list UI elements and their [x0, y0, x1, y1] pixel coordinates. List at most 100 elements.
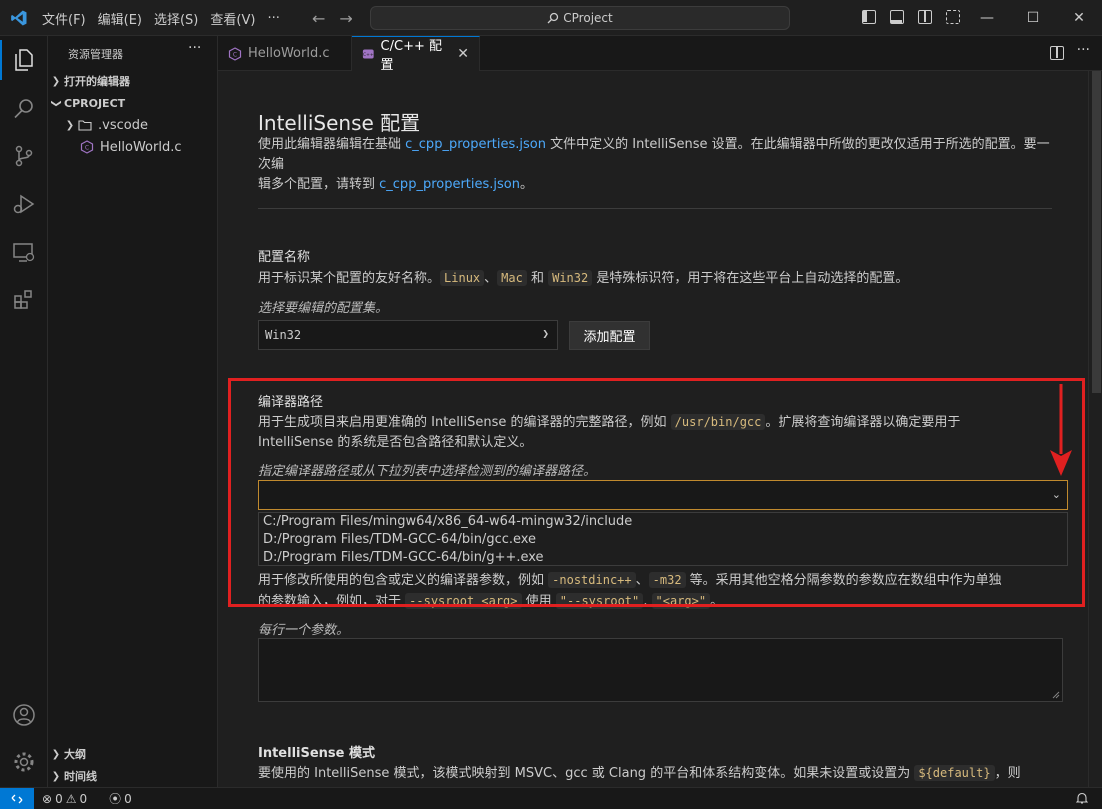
properties-link[interactable]: c_cpp_properties.json: [405, 137, 546, 152]
search-icon: [547, 12, 559, 24]
config-name-hint: 选择要编辑的配置集。: [258, 301, 389, 316]
minimize-button[interactable]: —: [964, 0, 1010, 36]
config-name-desc-2: 是特殊标识符，用于将在这些平台上自动选择的配置。: [592, 271, 909, 286]
toggle-panel-icon[interactable]: [890, 10, 904, 24]
remote-indicator-icon[interactable]: [0, 787, 34, 809]
explorer-icon[interactable]: [12, 48, 36, 72]
settings-gear-icon[interactable]: [12, 750, 36, 774]
chevron-right-icon: ❯: [51, 75, 61, 87]
page-title: IntelliSense 配置: [258, 111, 421, 135]
status-bar: ⊗ 0 ⚠ 0 ⦿ 0: [0, 787, 1102, 809]
run-debug-icon[interactable]: [12, 192, 36, 216]
properties-link-2[interactable]: c_cpp_properties.json: [379, 177, 520, 192]
code-default: ${default}: [914, 765, 995, 781]
code-win32: Win32: [548, 270, 593, 286]
chevron-right-icon: ❯: [51, 748, 61, 760]
outline-section[interactable]: ❯ 大纲: [48, 743, 218, 765]
scrollbar[interactable]: [1088, 71, 1102, 787]
command-center-search[interactable]: CProject: [370, 6, 790, 30]
intellisense-mode-desc-1: 要使用的 IntelliSense 模式，该模式映射到 MSVC、gcc 或 C…: [258, 766, 915, 781]
project-label: CPROJECT: [64, 96, 126, 110]
config-name-desc: 用于标识某个配置的友好名称。 Linux、 Mac 和 Win32 是特殊标识符，用…: [258, 268, 1058, 289]
code-linux: Linux: [440, 270, 485, 286]
tab-helloworld[interactable]: C HelloWorld.c: [218, 36, 352, 71]
menu-edit[interactable]: 编辑(E): [92, 9, 148, 28]
tree-item-helloworld[interactable]: C HelloWorld.c: [48, 136, 218, 158]
forward-arrow-icon[interactable]: →: [339, 9, 352, 28]
project-section[interactable]: ❯ CPROJECT: [48, 92, 218, 114]
folder-icon: [78, 120, 92, 131]
tabs-more-button[interactable]: ···: [1077, 42, 1090, 58]
settings-editor: IntelliSense 配置 使用此编辑器编辑在基础 c_cpp_proper…: [218, 71, 1102, 787]
menu-selection[interactable]: 选择(S): [148, 9, 204, 28]
config-name-title: 配置名称: [258, 250, 311, 265]
layout-controls: [862, 10, 960, 24]
close-icon[interactable]: ✕: [457, 46, 469, 62]
menu-view[interactable]: 查看(V): [204, 9, 261, 28]
menu-more[interactable]: ···: [261, 11, 285, 26]
menu-file[interactable]: 文件(F): [36, 9, 92, 28]
toggle-secondary-sidebar-icon[interactable]: [918, 10, 932, 24]
intro-text-3: 辑多个配置，请转到: [258, 177, 380, 192]
error-icon: ⊗: [42, 791, 53, 806]
resize-handle-icon[interactable]: [1052, 691, 1060, 699]
source-control-icon[interactable]: [12, 144, 36, 168]
command-center-text: CProject: [563, 11, 613, 25]
code-mac: Mac: [497, 270, 527, 286]
intellisense-mode-desc: 要使用的 IntelliSense 模式，该模式映射到 MSVC、gcc 或 C…: [258, 763, 1058, 784]
toggle-sidebar-icon[interactable]: [862, 10, 876, 24]
activity-bar: [0, 36, 48, 787]
explorer-more-button[interactable]: ···: [188, 40, 201, 56]
split-editor-icon[interactable]: [1050, 46, 1064, 60]
extensions-icon[interactable]: [12, 288, 36, 312]
file-label: HelloWorld.c: [100, 139, 182, 155]
error-count: 0: [55, 791, 63, 806]
open-editors-label: 打开的编辑器: [64, 75, 130, 88]
highlight-box: [228, 378, 1085, 607]
svg-text:C: C: [85, 145, 89, 152]
separator: 、: [484, 271, 498, 286]
ports-count: 0: [124, 791, 132, 806]
intellisense-mode-desc-2: ，则: [994, 766, 1021, 781]
timeline-section[interactable]: ❯ 时间线: [48, 765, 218, 787]
warning-count: 0: [79, 791, 88, 806]
maximize-button[interactable]: ☐: [1010, 0, 1056, 36]
editor-tabs: C HelloWorld.c C++ C/C++ 配置 ✕ ···: [218, 36, 1102, 73]
svg-text:C: C: [233, 51, 237, 58]
intro-text-1: 使用此编辑器编辑在基础: [258, 137, 406, 152]
chevron-right-icon: ❯: [51, 770, 61, 782]
search-view-icon[interactable]: [12, 96, 36, 120]
close-window-button[interactable]: ✕: [1056, 0, 1102, 36]
scroll-thumb[interactable]: [1092, 71, 1101, 393]
and-text: 和: [526, 271, 549, 286]
c-file-icon: C: [80, 140, 94, 154]
open-editors-section[interactable]: ❯ 打开的编辑器: [48, 70, 218, 92]
remote-explorer-icon[interactable]: [12, 240, 36, 264]
ports-status[interactable]: ⦿ 0: [109, 790, 132, 807]
broadcast-icon: ⦿: [109, 792, 122, 806]
cpp-config-icon: C++: [362, 49, 374, 59]
divider: [258, 208, 1052, 209]
back-arrow-icon[interactable]: ←: [312, 9, 325, 28]
account-icon[interactable]: [12, 703, 36, 727]
intellisense-mode-title: IntelliSense 模式: [258, 746, 376, 761]
timeline-label: 时间线: [64, 770, 97, 783]
explorer-title: 资源管理器: [68, 48, 123, 61]
vscode-logo-icon: [11, 10, 27, 26]
add-config-button[interactable]: 添加配置: [569, 321, 650, 350]
window-controls: — ☐ ✕: [964, 0, 1102, 36]
bell-icon[interactable]: [1076, 792, 1088, 805]
problems-status[interactable]: ⊗ 0 ⚠ 0: [42, 792, 87, 806]
config-name-desc-1: 用于标识某个配置的友好名称。: [258, 271, 441, 286]
compiler-args-textarea[interactable]: [258, 638, 1063, 702]
menu-bar: 文件(F) 编辑(E) 选择(S) 查看(V) ···: [36, 0, 286, 36]
tree-item-vscode-folder[interactable]: ❯ .vscode: [48, 114, 218, 136]
customize-layout-icon[interactable]: [946, 10, 960, 24]
config-select[interactable]: Win32 ❯: [258, 320, 558, 350]
explorer-sidebar: 资源管理器 ··· ❯ 打开的编辑器 ❯ CPROJECT ❯ .vscode …: [48, 36, 218, 787]
tab-cpp-config[interactable]: C++ C/C++ 配置 ✕: [352, 36, 480, 73]
config-select-value: Win32: [265, 328, 302, 342]
warning-icon: ⚠: [65, 791, 77, 806]
title-bar: 文件(F) 编辑(E) 选择(S) 查看(V) ··· ← → CProject…: [0, 0, 1102, 36]
c-file-icon: C: [228, 46, 242, 61]
